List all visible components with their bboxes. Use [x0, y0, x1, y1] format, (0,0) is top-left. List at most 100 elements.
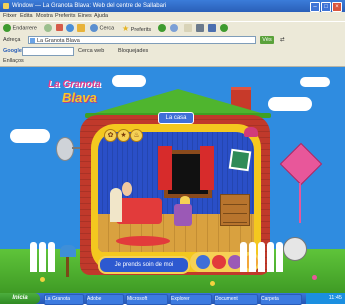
- address-input[interactable]: La Granota Blava: [28, 36, 256, 44]
- house-button[interactable]: [244, 127, 258, 137]
- forward-arrow-icon: [44, 24, 52, 32]
- rug[interactable]: [116, 236, 170, 246]
- menu-favorites[interactable]: Preferits: [55, 12, 75, 21]
- dresser-drawer: [223, 206, 247, 214]
- media-button[interactable]: [158, 24, 166, 33]
- home-button[interactable]: [77, 24, 85, 33]
- cloud: [112, 75, 146, 87]
- menu-bar: Fitxer Edita Mostra Preferits Eines Ajud…: [0, 12, 345, 21]
- dish-icon: [56, 137, 74, 161]
- lamp[interactable]: [180, 196, 190, 204]
- satellite-dish[interactable]: [56, 137, 80, 165]
- wall-poster[interactable]: [228, 148, 252, 172]
- dresser-drawer: [223, 197, 247, 205]
- taskbar-item[interactable]: Microsoft: [126, 294, 168, 305]
- system-tray: 11:45: [306, 293, 345, 304]
- window-title: Window — La Granota Blava: Web del centr…: [12, 3, 167, 9]
- menu-file[interactable]: Fitxer: [3, 12, 17, 21]
- mail-button[interactable]: [184, 24, 192, 33]
- minimize-button[interactable]: –: [310, 2, 320, 12]
- history-icon: [170, 24, 178, 32]
- flower: [40, 277, 45, 282]
- critter[interactable]: [283, 237, 307, 261]
- address-bar: Adreça La Granota Blava Vés ⇄: [0, 35, 345, 46]
- forward-button[interactable]: [44, 24, 52, 33]
- kite-tail: [299, 183, 301, 223]
- back-button[interactable]: Endarrere: [3, 24, 37, 33]
- print-button[interactable]: [196, 24, 204, 33]
- kite[interactable]: [279, 142, 323, 186]
- links-label[interactable]: Enllaços: [3, 57, 24, 65]
- doll[interactable]: [122, 182, 132, 196]
- star-icon[interactable]: ★: [117, 129, 130, 142]
- maximize-button[interactable]: □: [321, 2, 331, 12]
- menu-help[interactable]: Ajuda: [94, 12, 108, 21]
- edit-button[interactable]: [208, 24, 216, 33]
- start-button[interactable]: Inicia: [0, 293, 40, 304]
- browser-icon: [3, 3, 9, 9]
- mailbox-pole: [66, 257, 69, 277]
- taskbar-item[interactable]: Document: [214, 294, 258, 305]
- menu-edit[interactable]: Edita: [20, 12, 33, 21]
- flower: [312, 275, 317, 280]
- search-icon: [90, 24, 98, 32]
- bedroom-scene: [98, 132, 254, 252]
- star-icon: ★: [122, 24, 130, 33]
- clock[interactable]: 11:45: [329, 295, 342, 301]
- dresser[interactable]: [220, 194, 250, 226]
- back-arrow-icon: [3, 24, 11, 32]
- taskbar: Inicia La Granota Adobe Microsoft Explor…: [0, 293, 345, 305]
- fence-left: [30, 242, 57, 276]
- google-search-input[interactable]: [22, 47, 74, 56]
- edit-icon: [208, 24, 216, 32]
- chair[interactable]: [174, 204, 192, 226]
- go-button[interactable]: Vés: [260, 36, 274, 44]
- popup-blocker[interactable]: Bloquejades: [118, 47, 148, 55]
- caption-bar: Je prends soin de moi: [98, 256, 190, 274]
- stop-icon: [56, 24, 63, 32]
- favorites-button[interactable]: ★ Preferits: [122, 24, 151, 33]
- taskbar-item[interactable]: Explorer: [170, 294, 212, 305]
- google-search-button[interactable]: Cerca web: [78, 47, 104, 55]
- menu-tools[interactable]: Eines: [78, 12, 92, 21]
- cloud: [300, 77, 330, 87]
- search-label: Cerca: [99, 25, 115, 32]
- links-icon[interactable]: ⇄: [280, 37, 285, 44]
- home-icon: [77, 24, 85, 32]
- close-button[interactable]: ×: [332, 2, 342, 12]
- taskbar-item[interactable]: La Granota: [44, 294, 84, 305]
- menu-view[interactable]: Mostra: [36, 12, 53, 21]
- favorites-label: Preferits: [130, 27, 152, 33]
- browser-window: Window — La Granota Blava: Web del centr…: [0, 0, 345, 305]
- fire-icon[interactable]: ♨: [130, 129, 143, 142]
- title-bar: Window — La Granota Blava: Web del centr…: [0, 0, 345, 12]
- character-button-1[interactable]: [196, 255, 210, 269]
- history-button[interactable]: [170, 24, 178, 33]
- cloud: [268, 97, 312, 111]
- google-toolbar: Google Cerca web Bloquejades: [0, 46, 345, 56]
- bed-headboard: [110, 188, 122, 222]
- mailbox[interactable]: [60, 245, 76, 257]
- bed[interactable]: [110, 188, 162, 224]
- taskbar-item[interactable]: Carpeta: [260, 294, 302, 305]
- navigation-toolbar: Endarrere Cerca ★ Preferits: [0, 21, 345, 36]
- back-label: Endarrere: [12, 25, 37, 32]
- messenger-button[interactable]: [220, 24, 228, 33]
- cloud: [10, 129, 50, 143]
- google-label: Google: [3, 48, 22, 54]
- address-label: Adreça: [3, 37, 21, 43]
- stop-button[interactable]: [56, 24, 63, 33]
- taskbar-item[interactable]: Adobe: [86, 294, 124, 305]
- dresser-drawer: [223, 215, 247, 223]
- print-icon: [196, 24, 204, 32]
- gear-icon[interactable]: ✿: [104, 129, 117, 142]
- address-value: La Granota Blava: [37, 38, 80, 44]
- character-button-2[interactable]: [212, 255, 226, 269]
- messenger-icon: [220, 24, 228, 32]
- search-button[interactable]: Cerca: [90, 24, 114, 33]
- refresh-button[interactable]: [66, 24, 74, 33]
- fence-right: [240, 242, 285, 276]
- flower: [210, 281, 215, 286]
- media-icon: [158, 24, 166, 32]
- curtain-left: [158, 146, 172, 190]
